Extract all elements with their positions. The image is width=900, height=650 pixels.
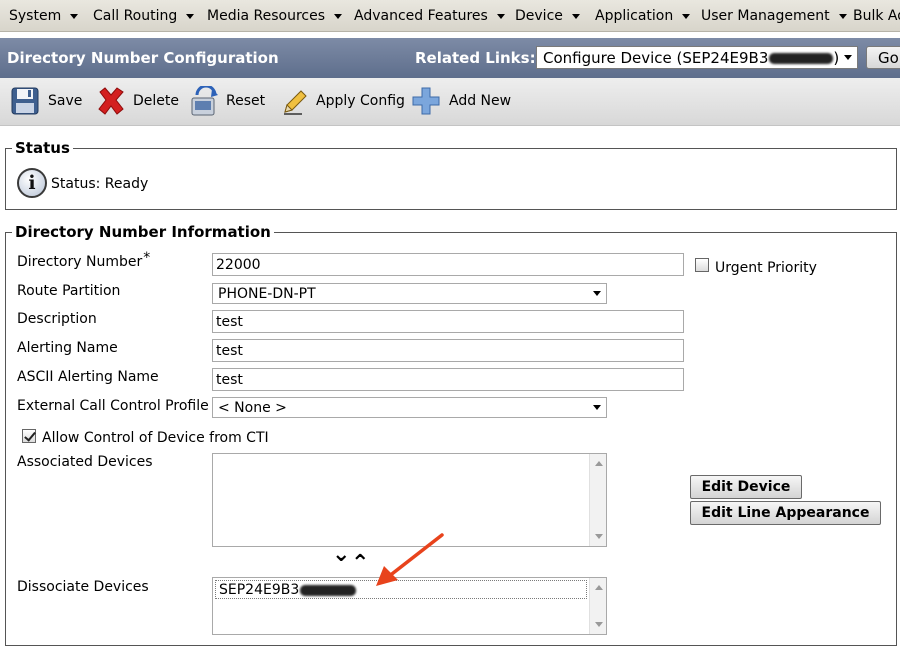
related-links-label: Related Links:	[415, 49, 536, 67]
redacted-mark	[769, 53, 834, 64]
directory-number-field[interactable]: 22000	[212, 253, 684, 276]
save-button[interactable]: Save	[10, 86, 82, 118]
menu-application[interactable]: Application	[595, 8, 691, 24]
chevron-down-icon	[838, 13, 847, 19]
menu-system[interactable]: System	[9, 8, 79, 24]
menu-media-resources[interactable]: Media Resources	[207, 8, 342, 24]
go-button[interactable]: Go	[866, 46, 900, 69]
status-text: Status: Ready	[51, 176, 149, 192]
related-links-select[interactable]: Configure Device (SEP24E9B3)	[536, 46, 858, 69]
delete-x-icon	[98, 87, 124, 115]
associated-devices-label: Associated Devices	[17, 454, 153, 470]
edit-device-button[interactable]: Edit Device	[690, 475, 802, 499]
route-partition-select[interactable]: PHONE-DN-PT	[212, 283, 607, 304]
scroll-down-arrow-icon[interactable]	[595, 534, 603, 539]
reset-button[interactable]: Reset	[189, 86, 265, 118]
chevron-down-icon	[593, 291, 601, 296]
urgent-priority-label: Urgent Priority	[715, 260, 817, 276]
toolbar: Save Delete Reset Apply Config Add New	[0, 78, 900, 126]
chevron-down-icon	[334, 13, 342, 19]
menu-advanced-features[interactable]: Advanced Features	[354, 8, 505, 24]
annotation-arrow-icon	[376, 533, 444, 586]
menu-user-management[interactable]: User Management	[701, 8, 847, 24]
ascii-alerting-name-label: ASCII Alerting Name	[17, 369, 159, 385]
description-label: Description	[17, 311, 97, 327]
status-legend: Status	[12, 139, 73, 157]
menu-device[interactable]: Device	[515, 8, 580, 24]
scroll-up-arrow-icon[interactable]	[595, 461, 603, 466]
related-links-value: Configure Device (SEP24E9B3	[543, 49, 769, 67]
reset-icon	[191, 86, 218, 116]
route-partition-label: Route Partition	[17, 283, 121, 299]
menu-bulk-administration[interactable]: Bulk Ad	[853, 8, 900, 24]
ascii-alerting-name-field[interactable]: test	[212, 368, 684, 391]
chevron-down-icon	[593, 405, 601, 410]
allow-cti-control-label: Allow Control of Device from CTI	[42, 430, 269, 446]
required-mark: *	[143, 250, 151, 266]
description-field[interactable]: test	[212, 310, 684, 333]
pencil-icon	[284, 90, 307, 115]
alerting-name-field[interactable]: test	[212, 339, 684, 362]
external-call-control-profile-label: External Call Control Profile	[17, 398, 209, 414]
plus-icon	[412, 87, 440, 115]
chevron-down-icon	[844, 55, 852, 60]
chevron-down-icon	[70, 13, 79, 19]
urgent-priority-checkbox[interactable]	[695, 258, 709, 272]
alerting-name-label: Alerting Name	[17, 340, 118, 356]
redacted-mark	[300, 584, 357, 596]
scroll-up-arrow-icon[interactable]	[595, 585, 603, 590]
allow-cti-control-checkbox[interactable]	[22, 429, 36, 443]
dissociate-devices-scrollbar[interactable]	[589, 578, 606, 634]
page-title-bar: Directory Number Configuration Related L…	[0, 38, 900, 78]
section-legend: Directory Number Information	[12, 223, 274, 241]
chevron-down-icon	[682, 13, 691, 19]
delete-button[interactable]: Delete	[96, 86, 179, 118]
main-menu-bar: System Call Routing Media Resources Adva…	[0, 0, 900, 32]
save-icon	[11, 87, 39, 115]
page-title: Directory Number Configuration	[7, 49, 279, 67]
scroll-down-arrow-icon[interactable]	[595, 622, 603, 627]
external-call-control-profile-select[interactable]: < None >	[212, 397, 607, 418]
dissociate-devices-label: Dissociate Devices	[17, 579, 149, 595]
directory-number-label: Directory Number*	[17, 250, 151, 270]
chevron-down-icon	[496, 13, 505, 19]
edit-line-appearance-button[interactable]: Edit Line Appearance	[690, 501, 881, 525]
apply-config-button[interactable]: Apply Config	[282, 86, 405, 118]
menu-call-routing[interactable]: Call Routing	[93, 8, 195, 24]
associated-devices-scrollbar[interactable]	[589, 454, 606, 546]
move-up-icon[interactable]: ⌃	[351, 553, 369, 575]
directory-number-information-section: Directory Number Information Directory N…	[5, 223, 897, 646]
status-section: Status i Status: Ready	[5, 139, 897, 210]
chevron-down-icon	[571, 13, 580, 19]
info-icon: i	[17, 168, 47, 198]
add-new-button[interactable]: Add New	[411, 86, 511, 118]
chevron-down-icon	[186, 13, 195, 19]
move-down-icon[interactable]: ⌄	[332, 544, 350, 566]
